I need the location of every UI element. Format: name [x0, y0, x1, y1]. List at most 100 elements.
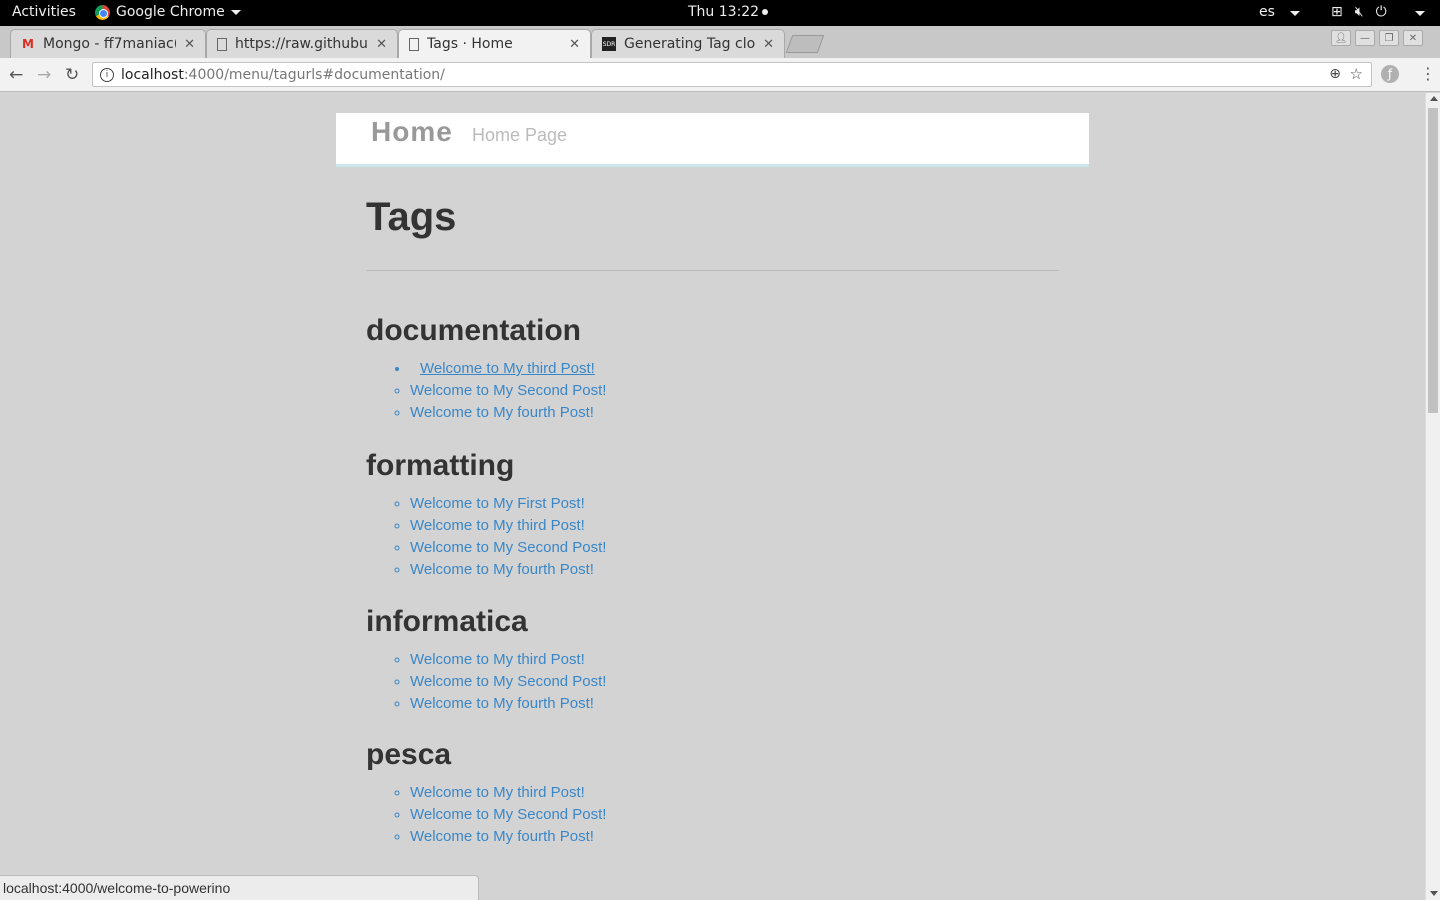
post-link[interactable]: Welcome to My third Post! — [410, 360, 595, 377]
post-link[interactable]: Welcome to My third Post! — [410, 651, 585, 668]
list-item: Welcome to My fourth Post! — [410, 402, 1059, 424]
scrollbar-thumb[interactable] — [1428, 108, 1438, 413]
close-tab-icon[interactable]: ✕ — [184, 37, 195, 52]
tab-tags-home[interactable]: Tags · Home ✕ — [398, 29, 591, 58]
page-viewport: Home Home Page Tags documentation Welcom… — [0, 93, 1425, 900]
list-item: Welcome to My third Post! — [410, 515, 1059, 537]
list-item: Welcome to My Second Post! — [410, 804, 1059, 826]
tag-section-informatica: informatica Welcome to My third Post! We… — [366, 604, 1059, 715]
clock[interactable]: Thu 13:22 — [688, 4, 769, 20]
close-window-icon[interactable]: ✕ — [1403, 30, 1423, 46]
document-icon — [217, 37, 227, 51]
post-link[interactable]: Welcome to My fourth Post! — [410, 695, 594, 712]
tab-title: Generating Tag clou — [624, 36, 756, 52]
power-icon: ⏻ — [1375, 4, 1387, 20]
site-brand-link[interactable]: Home — [371, 116, 453, 148]
tab-raw-github[interactable]: https://raw.githubus ✕ — [206, 29, 398, 58]
app-name: Google Chrome — [116, 4, 225, 20]
vertical-scrollbar[interactable] — [1425, 93, 1440, 900]
post-link[interactable]: Welcome to My First Post! — [410, 495, 585, 512]
clock-text: Thu 13:22 — [688, 4, 760, 20]
tag-heading: pesca — [366, 738, 452, 771]
extension-icon[interactable]: ƒ — [1381, 65, 1399, 83]
chrome-menu-icon[interactable]: ⋮ — [1420, 64, 1436, 83]
tab-strip: M Mongo - ff7maniac( ✕ https://raw.githu… — [0, 26, 1440, 58]
site-tagline: Home Page — [472, 125, 568, 145]
close-tab-icon[interactable]: ✕ — [376, 37, 387, 52]
url-host: localhost — [121, 66, 184, 83]
activities-button[interactable]: Activities — [12, 4, 76, 20]
post-list: Welcome to My third Post! Welcome to My … — [410, 782, 1059, 848]
tag-section-pesca: pesca Welcome to My third Post! Welcome … — [366, 737, 1059, 848]
list-item: Welcome to My fourth Post! — [410, 559, 1059, 581]
list-item: Welcome to My fourth Post! — [410, 693, 1059, 715]
network-icon: ⊞ — [1331, 4, 1343, 20]
profile-icon[interactable]: 👤︎ — [1331, 30, 1351, 46]
system-menu-arrow-icon — [1415, 11, 1425, 16]
sdr-icon: SDR — [602, 37, 616, 51]
url-text[interactable]: localhost:4000/menu/tagurls#documentatio… — [121, 67, 445, 83]
bookmark-star-icon[interactable]: ☆ — [1350, 65, 1363, 83]
post-link[interactable]: Welcome to My third Post! — [410, 517, 585, 534]
tab-title: https://raw.githubus — [235, 36, 369, 52]
browser-toolbar: ← → ↻ i localhost:4000/menu/tagurls#docu… — [0, 58, 1440, 92]
list-item: Welcome to My third Post! — [410, 782, 1059, 804]
tab-tag-cloud[interactable]: SDR Generating Tag clou ✕ — [591, 29, 785, 58]
chrome-logo-icon — [95, 4, 110, 20]
site-info-icon[interactable]: i — [100, 67, 114, 82]
tag-section-documentation: documentation Welcome to My third Post! … — [366, 313, 1059, 424]
scroll-down-icon[interactable] — [1430, 891, 1438, 896]
close-tab-icon[interactable]: ✕ — [569, 37, 580, 52]
restore-icon[interactable]: ❐ — [1379, 30, 1399, 46]
app-menu[interactable]: Google Chrome — [95, 4, 241, 20]
volume-muted-icon: 🔇︎ — [1354, 4, 1364, 20]
title-divider — [366, 270, 1059, 271]
tab-title: Tags · Home — [427, 36, 513, 52]
scroll-up-icon[interactable] — [1430, 96, 1438, 101]
url-path: :4000/menu/tagurls#documentation/ — [183, 66, 445, 83]
post-link[interactable]: Welcome to My Second Post! — [410, 806, 606, 823]
post-link[interactable]: Welcome to My fourth Post! — [410, 404, 594, 421]
tag-section-formatting: formatting Welcome to My First Post! Wel… — [366, 448, 1059, 581]
link-status-bubble: localhost:4000/welcome-to-powerino — [0, 875, 479, 900]
zoom-icon[interactable]: ⊕ — [1329, 66, 1341, 82]
document-icon — [409, 37, 419, 51]
page-title: Tags — [366, 195, 457, 239]
post-link[interactable]: Welcome to My fourth Post! — [410, 561, 594, 578]
notification-dot-icon — [762, 9, 769, 15]
forward-icon[interactable]: → — [37, 65, 51, 85]
site-header: Home Home Page — [336, 113, 1089, 167]
system-indicators[interactable]: ⊞ 🔇︎ ⏻ — [1331, 4, 1387, 20]
reload-icon[interactable]: ↻ — [65, 65, 79, 85]
list-item: Welcome to My Second Post! — [410, 671, 1059, 693]
post-list: Welcome to My First Post! Welcome to My … — [410, 493, 1059, 581]
language-arrow-icon — [1290, 11, 1300, 16]
post-link[interactable]: Welcome to My Second Post! — [410, 539, 606, 556]
tag-heading: formatting — [366, 449, 515, 482]
system-top-bar: Activities Google Chrome Thu 13:22 es ⊞ … — [0, 0, 1440, 26]
main-content: Tags documentation Welcome to My third P… — [366, 193, 1059, 848]
close-tab-icon[interactable]: ✕ — [763, 37, 774, 52]
post-link[interactable]: Welcome to My third Post! — [410, 784, 585, 801]
window-controls: 👤︎ — ❐ ✕ — [1331, 30, 1423, 46]
post-link[interactable]: Welcome to My fourth Post! — [410, 828, 594, 845]
list-item: Welcome to My third Post! — [410, 358, 1059, 380]
post-link[interactable]: Welcome to My Second Post! — [410, 673, 606, 690]
tag-heading: documentation — [366, 314, 581, 347]
tab-title: Mongo - ff7maniac( — [43, 36, 177, 52]
back-icon[interactable]: ← — [9, 65, 23, 85]
address-bar[interactable]: i localhost:4000/menu/tagurls#documentat… — [92, 62, 1372, 87]
list-item: Welcome to My third Post! — [410, 649, 1059, 671]
post-list: Welcome to My third Post! Welcome to My … — [410, 649, 1059, 715]
list-item: Welcome to My First Post! — [410, 493, 1059, 515]
tag-heading: informatica — [366, 605, 528, 638]
post-link[interactable]: Welcome to My Second Post! — [410, 382, 606, 399]
input-language[interactable]: es — [1259, 4, 1275, 20]
post-list: Welcome to My third Post! Welcome to My … — [410, 358, 1059, 424]
list-item: Welcome to My fourth Post! — [410, 826, 1059, 848]
new-tab-button[interactable] — [785, 35, 825, 53]
app-menu-arrow-icon — [230, 9, 241, 15]
minimize-icon[interactable]: — — [1355, 30, 1375, 46]
list-item: Welcome to My Second Post! — [410, 380, 1059, 402]
tab-mongo[interactable]: M Mongo - ff7maniac( ✕ — [10, 29, 206, 58]
